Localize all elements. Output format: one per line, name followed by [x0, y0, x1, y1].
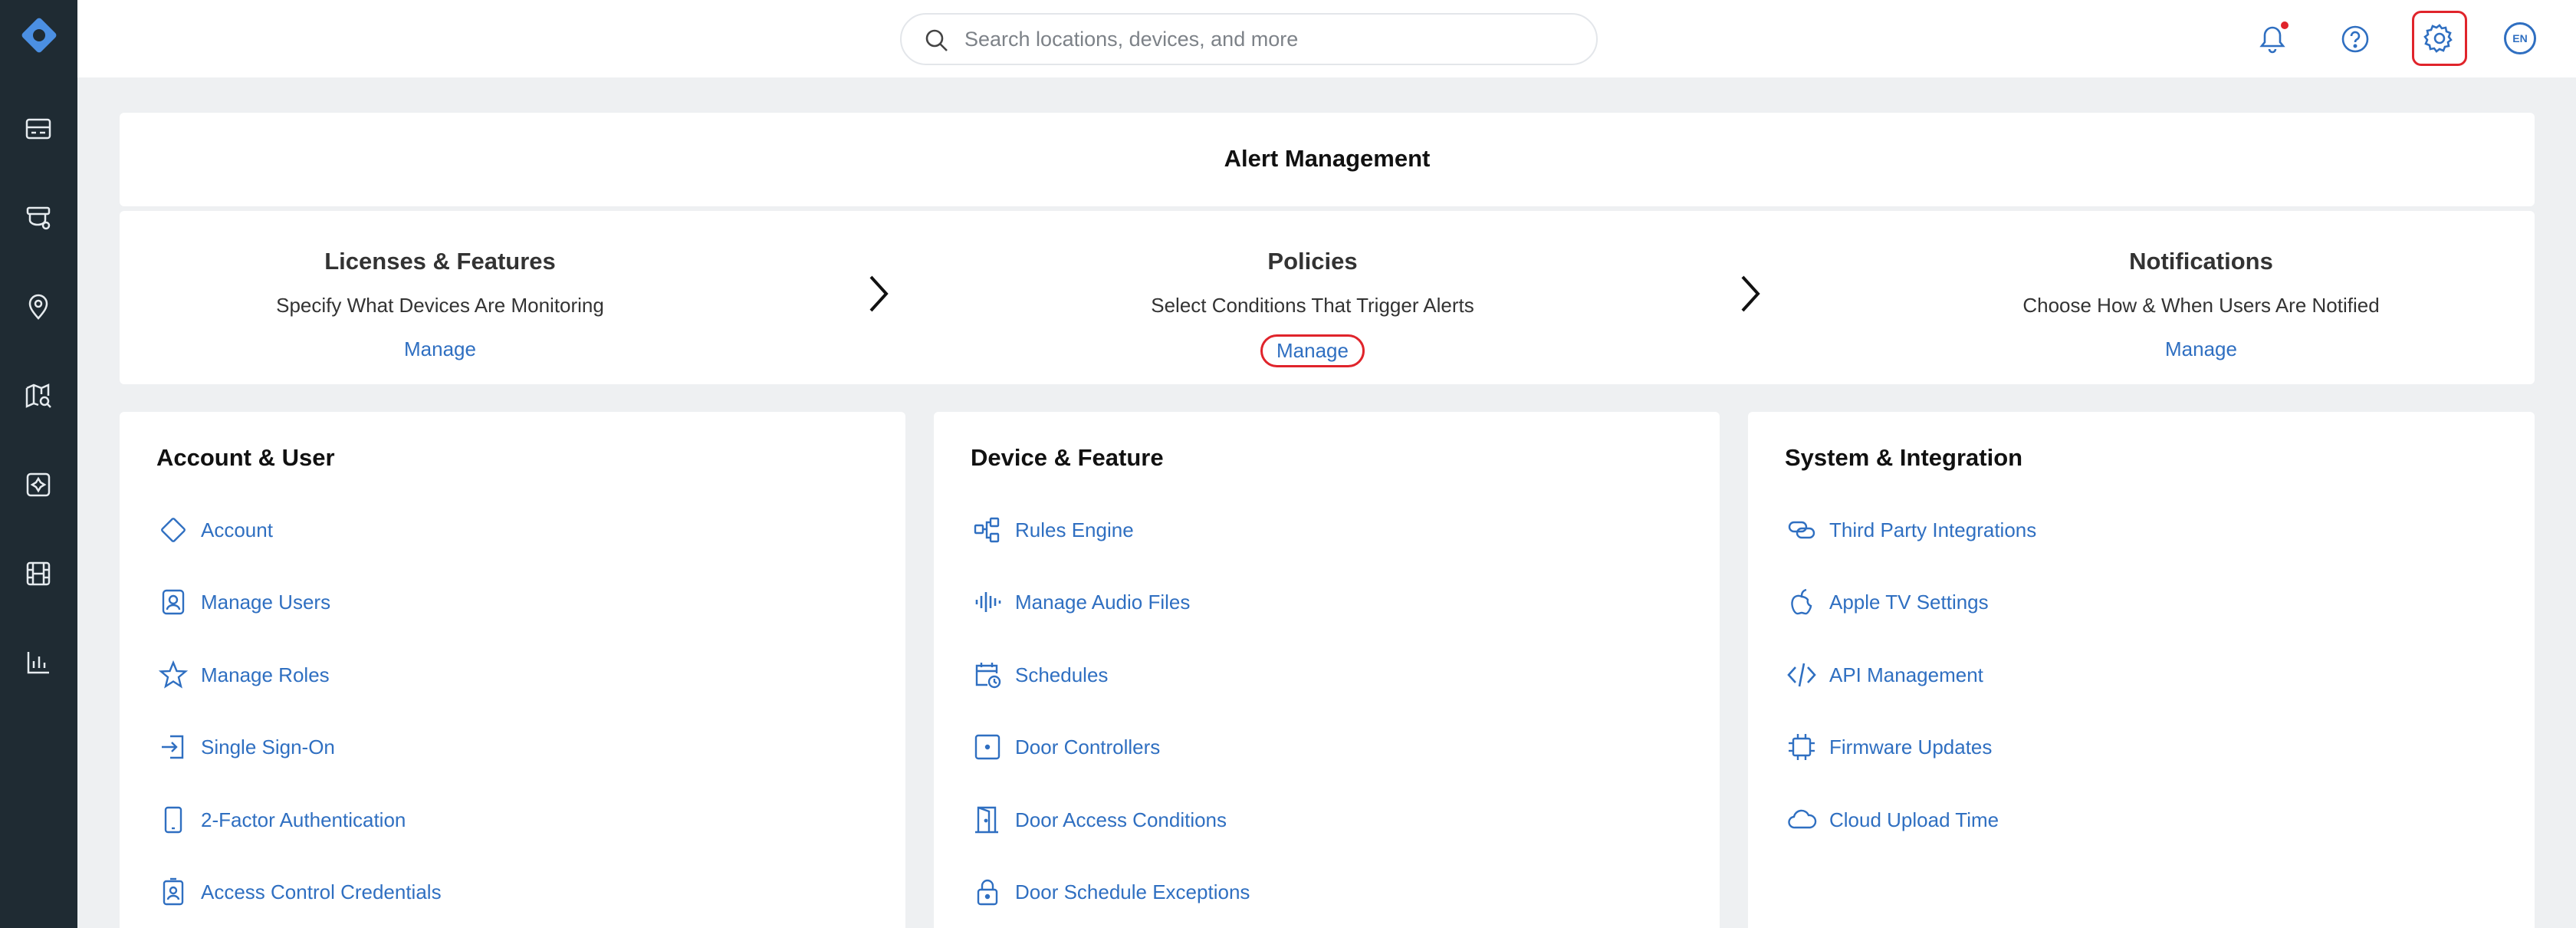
lock-icon — [971, 875, 1004, 909]
api-management-link[interactable]: API Management — [1785, 657, 1983, 693]
calendar-clock-icon — [971, 658, 1004, 692]
third-party-integrations-link[interactable]: Third Party Integrations — [1785, 512, 2036, 548]
gear-icon — [2423, 24, 2453, 53]
apple-icon — [1785, 585, 1819, 619]
page-title: Alert Management — [1224, 145, 1431, 172]
plugin-icon[interactable] — [21, 468, 55, 502]
door-controller-icon — [971, 730, 1004, 764]
star-icon — [156, 658, 190, 692]
settings-button[interactable] — [2412, 11, 2467, 66]
help-icon[interactable] — [2335, 19, 2375, 59]
item-label: Cloud Upload Time — [1829, 808, 1999, 831]
item-label: Third Party Integrations — [1829, 518, 2037, 541]
item-label: Manage Roles — [201, 663, 330, 686]
chevron-right-icon — [1741, 275, 1760, 312]
device-feature-section: Device & Feature Rules Engine Manage Aud… — [934, 412, 1720, 928]
item-label: Apple TV Settings — [1829, 590, 1989, 614]
analytics-chart-icon[interactable] — [21, 646, 55, 680]
item-label: Door Controllers — [1015, 735, 1161, 759]
item-label: Account — [201, 518, 273, 541]
search-bar[interactable] — [900, 13, 1598, 65]
search-input[interactable] — [964, 22, 1578, 56]
cloud-icon — [1785, 803, 1819, 837]
rules-icon — [971, 513, 1004, 547]
step-title: Notifications — [2129, 248, 2273, 275]
link-icon — [1785, 513, 1819, 547]
code-icon — [1785, 658, 1819, 692]
policies-manage-link[interactable]: Manage — [1260, 334, 1365, 367]
step-title: Policies — [1267, 248, 1358, 275]
item-label: Door Schedule Exceptions — [1015, 880, 1250, 903]
step-notifications: Notifications Choose How & When Users Ar… — [1933, 248, 2469, 364]
language-badge[interactable]: EN — [2504, 22, 2536, 54]
search-icon — [925, 29, 948, 51]
manage-audio-files-link[interactable]: Manage Audio Files — [971, 584, 1190, 620]
manage-roles-link[interactable]: Manage Roles — [156, 657, 330, 693]
system-integration-section: System & Integration Third Party Integra… — [1748, 412, 2535, 928]
step-description: Specify What Devices Are Monitoring — [276, 294, 604, 317]
section-title: Account & User — [156, 444, 335, 471]
item-label: API Management — [1829, 663, 1983, 686]
apple-tv-settings-link[interactable]: Apple TV Settings — [1785, 584, 1989, 620]
id-card-icon — [156, 875, 190, 909]
door-icon — [971, 803, 1004, 837]
chevron-right-icon — [869, 275, 889, 312]
step-description: Select Conditions That Trigger Alerts — [1151, 294, 1474, 317]
schedules-link[interactable]: Schedules — [971, 657, 1108, 693]
chip-icon — [1785, 730, 1819, 764]
section-title: System & Integration — [1785, 444, 2023, 471]
access-control-credentials-link[interactable]: Access Control Credentials — [156, 874, 442, 910]
item-label: Manage Users — [201, 590, 331, 614]
audio-wave-icon — [971, 585, 1004, 619]
phone-icon — [156, 803, 190, 837]
notifications-manage-link[interactable]: Manage — [2151, 334, 2251, 364]
cloud-upload-time-link[interactable]: Cloud Upload Time — [1785, 801, 1999, 838]
location-pin-icon[interactable] — [21, 290, 55, 324]
account-link[interactable]: Account — [156, 512, 273, 548]
step-title: Licenses & Features — [324, 248, 556, 275]
logo-icon[interactable] — [16, 12, 62, 58]
item-label: Single Sign-On — [201, 735, 335, 759]
door-controllers-link[interactable]: Door Controllers — [971, 729, 1160, 765]
camera-device-icon[interactable] — [21, 201, 55, 235]
alert-steps-card: Licenses & Features Specify What Devices… — [120, 211, 2535, 384]
item-label: Schedules — [1015, 663, 1109, 686]
dashboard-icon[interactable] — [21, 112, 55, 146]
sidebar — [0, 0, 77, 928]
item-label: Manage Audio Files — [1015, 590, 1191, 614]
notification-dot — [2281, 21, 2288, 29]
rules-engine-link[interactable]: Rules Engine — [971, 512, 1134, 548]
item-label: 2-Factor Authentication — [201, 808, 406, 831]
alert-management-header: Alert Management — [120, 113, 2535, 206]
item-label: Rules Engine — [1015, 518, 1134, 541]
item-label: Door Access Conditions — [1015, 808, 1227, 831]
step-licenses: Licenses & Features Specify What Devices… — [172, 248, 708, 364]
user-badge-icon — [156, 585, 190, 619]
licenses-manage-link[interactable]: Manage — [390, 334, 490, 364]
sign-in-icon — [156, 730, 190, 764]
section-title: Device & Feature — [971, 444, 1164, 471]
account-user-section: Account & User Account Manage Users Mana… — [120, 412, 905, 928]
single-sign-on-link[interactable]: Single Sign-On — [156, 729, 335, 765]
manage-users-link[interactable]: Manage Users — [156, 584, 330, 620]
step-policies: Policies Select Conditions That Trigger … — [1044, 248, 1581, 367]
map-search-icon[interactable] — [21, 379, 55, 413]
step-description: Choose How & When Users Are Notified — [2022, 294, 2380, 317]
item-label: Access Control Credentials — [201, 880, 442, 903]
door-access-conditions-link[interactable]: Door Access Conditions — [971, 801, 1227, 838]
item-label: Firmware Updates — [1829, 735, 1993, 759]
door-schedule-exceptions-link[interactable]: Door Schedule Exceptions — [971, 874, 1250, 910]
two-factor-auth-link[interactable]: 2-Factor Authentication — [156, 801, 406, 838]
film-icon[interactable] — [21, 557, 55, 591]
diamond-icon — [156, 513, 190, 547]
firmware-updates-link[interactable]: Firmware Updates — [1785, 729, 1992, 765]
